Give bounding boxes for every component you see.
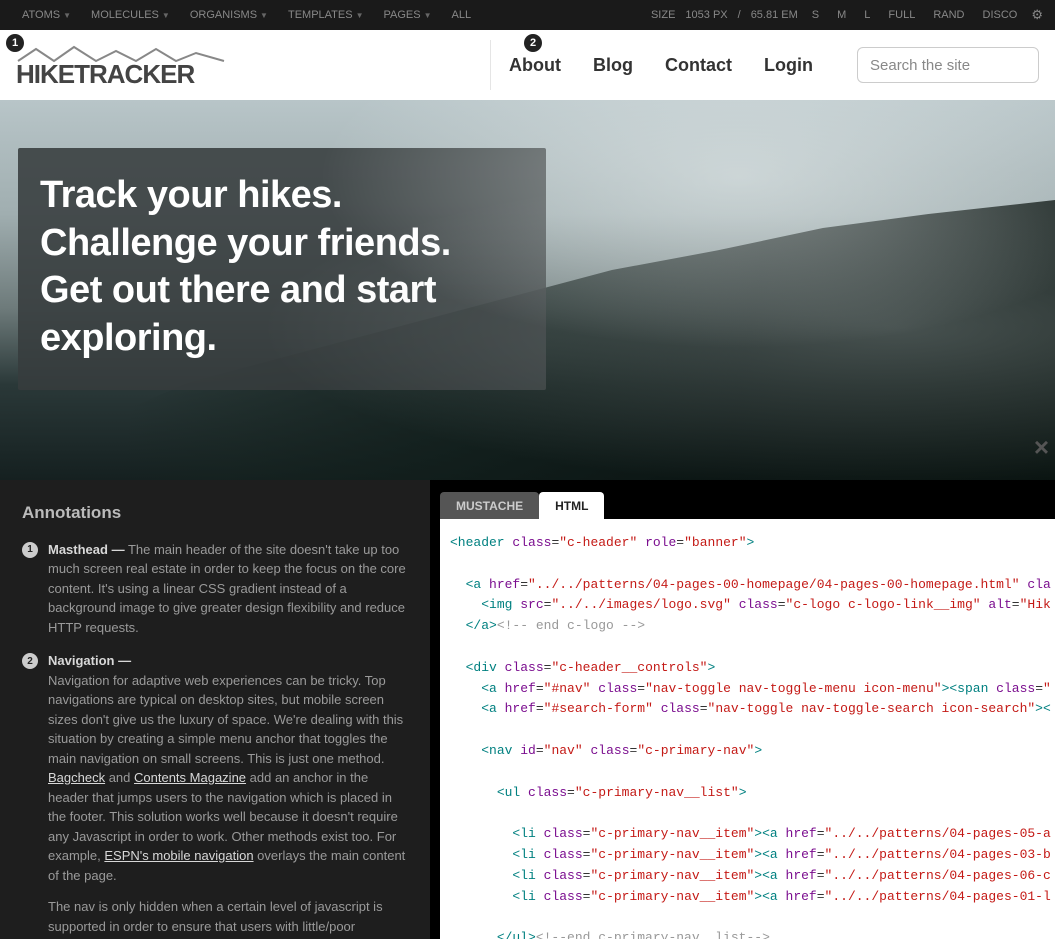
chevron-down-icon: ▼ xyxy=(162,11,170,20)
logo-icon: HIKETRACKER xyxy=(16,43,226,87)
annotation-item: 1 Masthead — The main header of the site … xyxy=(22,540,408,638)
tab-html[interactable]: HTML xyxy=(539,492,604,519)
hero-headline: Track your hikes. Challenge your friends… xyxy=(40,172,518,362)
hero: Track your hikes. Challenge your friends… xyxy=(0,100,1055,480)
primary-nav: About Blog Contact Login xyxy=(509,47,1039,83)
code-body[interactable]: <header class="c-header" role="banner"> … xyxy=(440,519,1055,939)
info-panel: Annotations 1 Masthead — The main header … xyxy=(0,480,1055,939)
annotations-title: Annotations xyxy=(22,500,408,526)
chevron-down-icon: ▼ xyxy=(63,11,71,20)
annotation-item: 2 Navigation — Navigation for adaptive we… xyxy=(22,651,408,939)
search-input[interactable] xyxy=(857,47,1039,83)
annotation-badge-1[interactable]: 1 xyxy=(6,34,24,52)
svg-text:HIKETRACKER: HIKETRACKER xyxy=(16,59,195,87)
toolbar-item-all[interactable]: ALL xyxy=(442,9,482,21)
annotation-number: 2 xyxy=(22,653,38,669)
size-em[interactable]: 65.81 EM xyxy=(751,9,798,21)
hero-background-image xyxy=(0,200,1055,480)
nav-about[interactable]: About xyxy=(509,55,561,76)
size-sep: / xyxy=(738,9,741,21)
size-label: SIZE xyxy=(651,9,675,21)
size-m-button[interactable]: M xyxy=(833,9,850,21)
nav-divider xyxy=(490,40,491,90)
toolbar-item-molecules[interactable]: MOLECULES▼ xyxy=(81,9,180,21)
toolbar-item-templates[interactable]: TEMPLATES▼ xyxy=(278,9,374,21)
gear-icon[interactable]: ⚙ xyxy=(1031,7,1043,23)
nav-contact[interactable]: Contact xyxy=(665,55,732,76)
code-tabs: MUSTACHE HTML xyxy=(440,492,1055,519)
size-full-button[interactable]: FULL xyxy=(884,9,919,21)
site-logo[interactable]: HIKETRACKER xyxy=(16,43,226,87)
site-header: 1 2 HIKETRACKER About Blog Contact Login xyxy=(0,30,1055,100)
toolbar-item-pages[interactable]: PAGES▼ xyxy=(373,9,441,21)
size-s-button[interactable]: S xyxy=(808,9,823,21)
pattern-lab-toolbar: ATOMS▼ MOLECULES▼ ORGANISMS▼ TEMPLATES▼ … xyxy=(0,0,1055,30)
annotation-body: Navigation — Navigation for adaptive web… xyxy=(48,651,408,939)
annotations-panel: Annotations 1 Masthead — The main header … xyxy=(0,480,430,939)
annotation-badge-2[interactable]: 2 xyxy=(524,34,542,52)
nav-login[interactable]: Login xyxy=(764,55,813,76)
preview-viewport: 1 2 HIKETRACKER About Blog Contact Login… xyxy=(0,30,1055,480)
chevron-down-icon: ▼ xyxy=(260,11,268,20)
toolbar-item-organisms[interactable]: ORGANISMS▼ xyxy=(180,9,278,21)
annotation-body: Masthead — The main header of the site d… xyxy=(48,540,408,638)
annotation-number: 1 xyxy=(22,542,38,558)
size-l-button[interactable]: L xyxy=(860,9,874,21)
chevron-down-icon: ▼ xyxy=(356,11,364,20)
hero-callout: Track your hikes. Challenge your friends… xyxy=(18,148,546,390)
tab-mustache[interactable]: MUSTACHE xyxy=(440,492,539,519)
size-rand-button[interactable]: RAND xyxy=(929,9,968,21)
toolbar-left: ATOMS▼ MOLECULES▼ ORGANISMS▼ TEMPLATES▼ … xyxy=(12,9,481,21)
chevron-down-icon: ▼ xyxy=(424,11,432,20)
size-disco-button[interactable]: DISCO xyxy=(979,9,1022,21)
code-panel: MUSTACHE HTML <header class="c-header" r… xyxy=(430,480,1055,939)
close-icon[interactable]: × xyxy=(1034,432,1049,463)
toolbar-item-atoms[interactable]: ATOMS▼ xyxy=(12,9,81,21)
nav-blog[interactable]: Blog xyxy=(593,55,633,76)
toolbar-right: SIZE 1053 PX / 65.81 EM S M L FULL RAND … xyxy=(651,7,1043,23)
size-px[interactable]: 1053 PX xyxy=(685,9,727,21)
